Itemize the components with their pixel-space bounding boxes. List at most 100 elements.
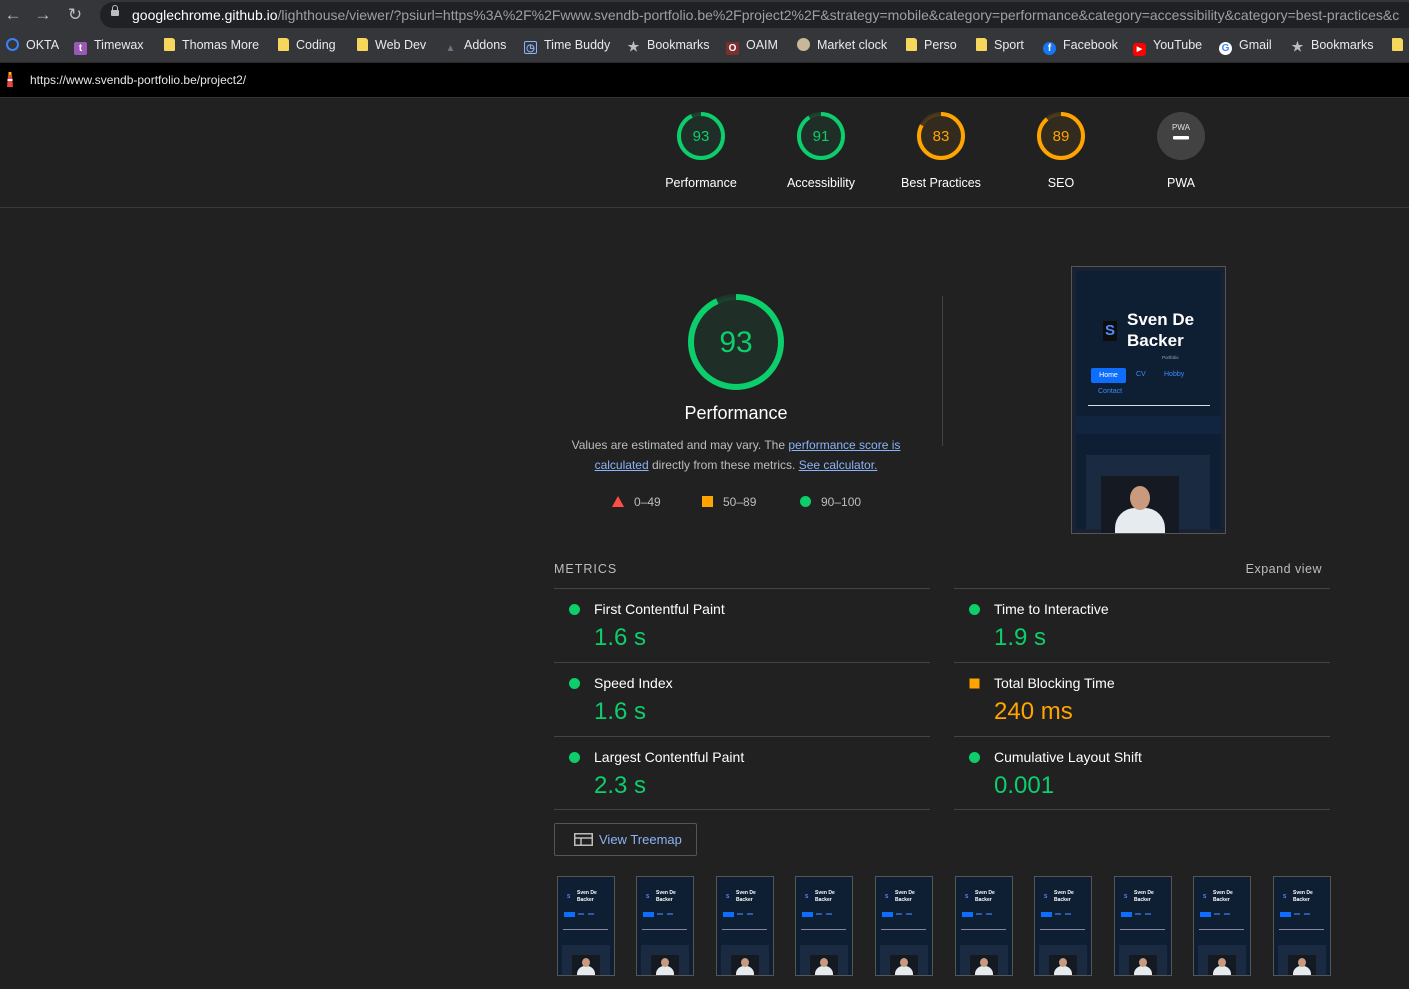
address-bar[interactable]: googlechrome.github.io/lighthouse/viewer… [100, 2, 1409, 28]
frame-photo [890, 955, 918, 975]
bookmark-gmail[interactable]: G Gmail [1219, 38, 1272, 55]
bookmark-oaim[interactable]: O OAIM [726, 38, 778, 55]
gauge-seo[interactable]: 89 SEO [1001, 110, 1121, 190]
reload-icon[interactable]: ↻ [64, 4, 86, 26]
bookmark-timewax[interactable]: t Timewax [74, 38, 144, 55]
metric-name: Time to Interactive [994, 601, 1109, 617]
frame-title: Sven De Backer [1213, 890, 1233, 903]
frame-divider [961, 929, 1006, 930]
site-nav-contact: Contact [1098, 388, 1123, 395]
frame-nav [1145, 913, 1151, 915]
metric-name: Total Blocking Time [994, 675, 1115, 691]
bookmark-label: Thomas More [182, 38, 260, 52]
frame-divider [642, 929, 687, 930]
circle-icon [800, 496, 811, 507]
lighthouse-logo-icon [7, 72, 13, 87]
gauge-pwa[interactable]: PWA PWA [1121, 110, 1241, 190]
bookmark-youtube[interactable]: ▶ YouTube [1133, 38, 1202, 56]
divider [942, 296, 943, 446]
bookmark-time-buddy[interactable]: ◷ Time Buddy [524, 38, 610, 54]
folder-icon [164, 38, 175, 51]
frame-nav [1304, 913, 1310, 915]
bookmark-facebook[interactable]: f Facebook [1043, 38, 1118, 55]
bookmark-market-clock[interactable]: Market clock [797, 38, 887, 54]
expand-view-toggle[interactable]: Expand view [1246, 562, 1322, 576]
frame-nav [723, 912, 734, 917]
pass-circle-icon [569, 678, 580, 689]
frame-title: Sven De Backer [577, 890, 597, 903]
frame-title: Sven De Backer [736, 890, 756, 903]
bookmark-label: Perso [924, 38, 957, 52]
frame-nav [1280, 912, 1291, 917]
bookmark-sport[interactable]: Sport [976, 38, 1024, 54]
frame-photo [1049, 955, 1077, 975]
forward-arrow-icon[interactable]: → [32, 4, 54, 26]
see-calculator-link[interactable]: See calculator. [799, 458, 878, 472]
legend-fail: 0–49 [612, 495, 661, 509]
frame-photo [731, 955, 759, 975]
frame-photo [810, 955, 838, 975]
final-screenshot[interactable]: S Sven De Backer Portfolio Home CV Hobby… [1071, 266, 1226, 534]
bookmark-thomas-more[interactable]: Thomas More [164, 38, 259, 54]
bookmark-label: Sport [994, 38, 1024, 52]
view-treemap-button[interactable]: View Treemap [554, 823, 697, 856]
legend-range: 0–49 [634, 495, 661, 509]
bookmark-addons[interactable]: ▲ Addons [444, 38, 507, 54]
metric-value: 1.6 s [594, 624, 647, 651]
gauge-ring: 83 [917, 112, 965, 160]
bookmark-perso[interactable]: Perso [906, 38, 957, 54]
legend-range: 90–100 [821, 495, 862, 509]
pwa-badge-icon: PWA [1157, 112, 1205, 160]
metric-value: 1.6 s [594, 698, 647, 725]
metric-first-contentful-paint: First Contentful Paint 1.6 s [554, 588, 930, 662]
metric-value: 0.001 [994, 772, 1055, 799]
bookmark-bookmarks[interactable]: ★ Bookmarks [627, 38, 710, 54]
bookmark-label: Gmail [1239, 38, 1272, 52]
metrics-header: METRICS [554, 562, 618, 576]
gauge-performance[interactable]: 93 Performance [641, 110, 761, 190]
timewax-icon: t [74, 42, 87, 55]
treemap-icon [574, 833, 593, 846]
bookmark-web-dev[interactable]: Web Dev [357, 38, 426, 54]
report-url[interactable]: https://www.svendb-portfolio.be/project2… [30, 73, 246, 87]
site-name: Sven De Backer [1127, 310, 1195, 350]
bookmark-bookmarks-2[interactable]: ★ Bookmarks [1291, 38, 1374, 54]
metric-cumulative-layout-shift: Cumulative Layout Shift 0.001 [954, 736, 1330, 810]
frame-nav [962, 912, 973, 917]
oaim-icon: O [726, 42, 739, 55]
frame-nav [896, 913, 902, 915]
bookmark-folder-overflow[interactable] [1392, 38, 1409, 54]
metric-value: 240 ms [994, 698, 1073, 725]
average-square-icon [969, 678, 980, 689]
back-arrow-icon[interactable]: ← [2, 4, 24, 26]
photo-head [1130, 486, 1150, 510]
bookmark-label: Coding [296, 38, 336, 52]
bookmark-label: OKTA [26, 38, 60, 52]
frame-divider [1120, 929, 1165, 930]
folder-icon [1392, 38, 1403, 51]
performance-score: 93 [719, 326, 752, 359]
frame-photo [970, 955, 998, 975]
folder-icon [906, 38, 917, 51]
bookmark-coding[interactable]: Coding [278, 38, 336, 54]
legend-range: 50–89 [723, 495, 757, 509]
filmstrip-frame: S Sven De Backer [1193, 876, 1251, 976]
frame-nav [657, 913, 663, 915]
pass-circle-icon [969, 604, 980, 615]
star-icon: ★ [627, 39, 640, 54]
gauge-best-practices[interactable]: 83 Best Practices [881, 110, 1001, 190]
frame-title: Sven De Backer [815, 890, 835, 903]
metric-name: Largest Contentful Paint [594, 749, 745, 765]
address-url[interactable]: googlechrome.github.io/lighthouse/viewer… [132, 7, 1399, 23]
frame-nav [578, 913, 584, 915]
frame-nav [1224, 913, 1230, 915]
frame-divider [1279, 929, 1324, 930]
time-buddy-icon: ◷ [524, 41, 537, 54]
bookmark-okta[interactable]: OKTA [6, 38, 59, 54]
gauge-label: Accessibility [786, 176, 856, 190]
frame-title: Sven De Backer [1054, 890, 1074, 903]
folder-icon [976, 38, 987, 51]
lock-icon [111, 5, 119, 16]
gauge-accessibility[interactable]: 91 Accessibility [761, 110, 881, 190]
frame-nav [816, 913, 822, 915]
